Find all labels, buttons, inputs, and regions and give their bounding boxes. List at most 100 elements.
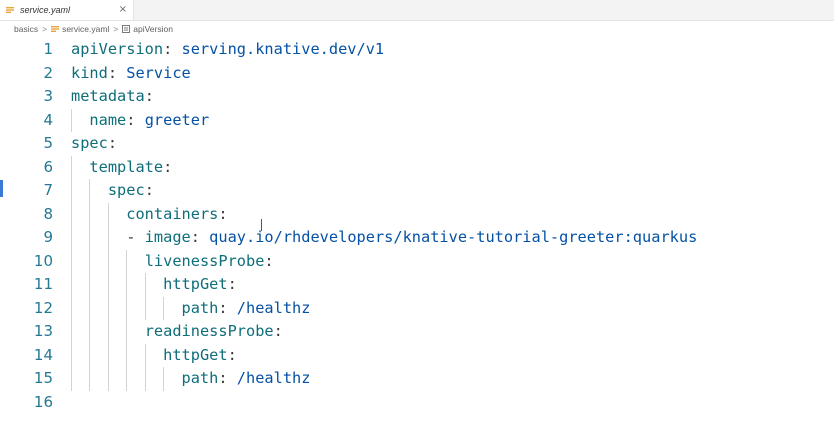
indent-guide <box>144 273 146 320</box>
tab-bar: service.yaml × <box>0 0 834 21</box>
yaml-separator: : <box>107 134 118 152</box>
yaml-separator: : <box>163 40 182 58</box>
indent-guide <box>89 179 91 391</box>
line-number: 10 <box>33 251 53 270</box>
tab-label: service.yaml <box>20 5 71 15</box>
yaml-separator: : <box>107 63 127 82</box>
symbol-key-icon <box>122 25 131 33</box>
yaml-separator: : <box>218 369 237 387</box>
breadcrumb-folder[interactable]: basics <box>14 24 38 34</box>
yaml-value: quay.io/rhdevelopers/knative-tutorial-gr… <box>209 228 698 246</box>
yaml-separator: : <box>144 181 154 199</box>
code-line[interactable]: 5 spec: <box>0 132 834 156</box>
yaml-value: /healthz <box>236 298 311 317</box>
indent-guide <box>107 202 109 391</box>
breadcrumb-file[interactable]: service.yaml <box>62 24 109 34</box>
yaml-key: name <box>89 110 127 129</box>
yaml-separator: : <box>227 345 237 364</box>
yaml-separator: : <box>273 322 283 340</box>
line-number: 9 <box>43 228 53 246</box>
chevron-right-icon: > <box>113 24 119 34</box>
yaml-separator: : <box>126 110 145 129</box>
code-line[interactable]: 1 apiVersion: serving.knative.dev/v1 <box>0 38 834 62</box>
breadcrumb: basics > service.yaml > apiVersion <box>14 22 173 36</box>
line-number: 4 <box>43 110 53 129</box>
chevron-right-icon: > <box>42 24 48 34</box>
tab-service-yaml[interactable]: service.yaml × <box>0 0 134 20</box>
code-line[interactable]: 16 <box>0 391 834 415</box>
indent-guide <box>163 296 164 320</box>
code-line[interactable]: 4 name: greeter <box>0 109 834 133</box>
yaml-key: spec <box>71 134 108 152</box>
yaml-value: greeter <box>144 110 210 129</box>
code-text: metadata: <box>71 85 154 109</box>
yaml-separator: : <box>227 275 237 293</box>
line-number: 13 <box>33 322 53 340</box>
yaml-separator: : <box>264 251 274 270</box>
yaml-key: httpGet <box>163 275 228 293</box>
yaml-key: template <box>89 157 164 176</box>
yaml-key: containers <box>126 204 219 223</box>
code-text: httpGet: <box>71 273 237 297</box>
line-number: 16 <box>33 392 53 411</box>
code-line[interactable]: 13 readinessProbe: <box>0 320 834 344</box>
editor-window: service.yaml × basics > service.yaml > a… <box>0 0 834 438</box>
yaml-key: spec <box>107 181 145 199</box>
code-text: name: greeter <box>71 109 209 133</box>
code-line[interactable]: 6 template: <box>0 156 834 180</box>
code-line[interactable]: 3 metadata: <box>0 85 834 109</box>
yaml-key: httpGet <box>163 345 228 364</box>
line-number: 8 <box>43 204 53 223</box>
code-line[interactable]: 15 path: /healthz <box>0 367 834 391</box>
yaml-key: path <box>181 298 219 317</box>
line-number: 1 <box>43 40 53 58</box>
code-text: spec: <box>71 179 154 203</box>
yaml-file-icon <box>6 7 14 13</box>
yaml-key: metadata <box>71 87 145 105</box>
code-text: - image: quay.io/rhdevelopers/knative-tu… <box>71 226 697 250</box>
line-number: 12 <box>33 298 53 317</box>
code-line[interactable]: 7 spec: <box>0 179 834 203</box>
yaml-key: path <box>181 369 219 387</box>
yaml-separator: : <box>163 157 173 176</box>
yaml-key: livenessProbe <box>144 251 265 270</box>
line-number: 5 <box>43 134 53 152</box>
yaml-separator: : <box>190 228 210 246</box>
code-text: spec: <box>71 132 117 156</box>
code-text: apiVersion: serving.knative.dev/v1 <box>71 38 384 62</box>
yaml-separator: : <box>218 204 228 223</box>
code-text: template: <box>71 156 172 180</box>
yaml-file-icon <box>51 26 60 32</box>
code-line[interactable]: 9 - image: quay.io/rhdevelopers/knative-… <box>0 226 834 250</box>
code-text: livenessProbe: <box>71 250 274 274</box>
breadcrumb-symbol[interactable]: apiVersion <box>133 24 173 34</box>
indent-guide <box>71 108 72 132</box>
yaml-key: kind <box>71 63 108 82</box>
indent-guide <box>71 155 72 391</box>
code-line[interactable]: 10 livenessProbe: <box>0 250 834 274</box>
line-number: 11 <box>33 275 53 293</box>
code-text: containers: <box>71 203 228 227</box>
yaml-value: serving.knative.dev/v1 <box>181 40 385 58</box>
yaml-value: Service <box>126 63 191 82</box>
line-number: 2 <box>43 63 53 82</box>
line-number: 3 <box>43 87 53 105</box>
code-editor[interactable]: 1 apiVersion: serving.knative.dev/v1 2 kind… <box>0 36 834 438</box>
line-number: 7 <box>43 181 53 199</box>
yaml-separator: : <box>144 87 154 105</box>
close-icon[interactable]: × <box>119 4 127 16</box>
indent-guide <box>163 367 164 391</box>
line-number: 15 <box>33 369 53 387</box>
code-text: httpGet: <box>71 344 237 368</box>
code-line[interactable]: 11 httpGet: <box>0 273 834 297</box>
yaml-key: apiVersion <box>71 40 164 58</box>
yaml-key: image <box>144 228 191 246</box>
code-line[interactable]: 8 containers: <box>0 203 834 227</box>
yaml-value: /healthz <box>236 369 311 387</box>
yaml-list-dash: - <box>126 228 145 246</box>
code-text: kind: Service <box>71 62 191 86</box>
line-number: 6 <box>43 157 53 176</box>
code-line[interactable]: 12 path: /healthz <box>0 297 834 321</box>
code-line[interactable]: 14 httpGet: <box>0 344 834 368</box>
code-line[interactable]: 2 kind: Service <box>0 62 834 86</box>
